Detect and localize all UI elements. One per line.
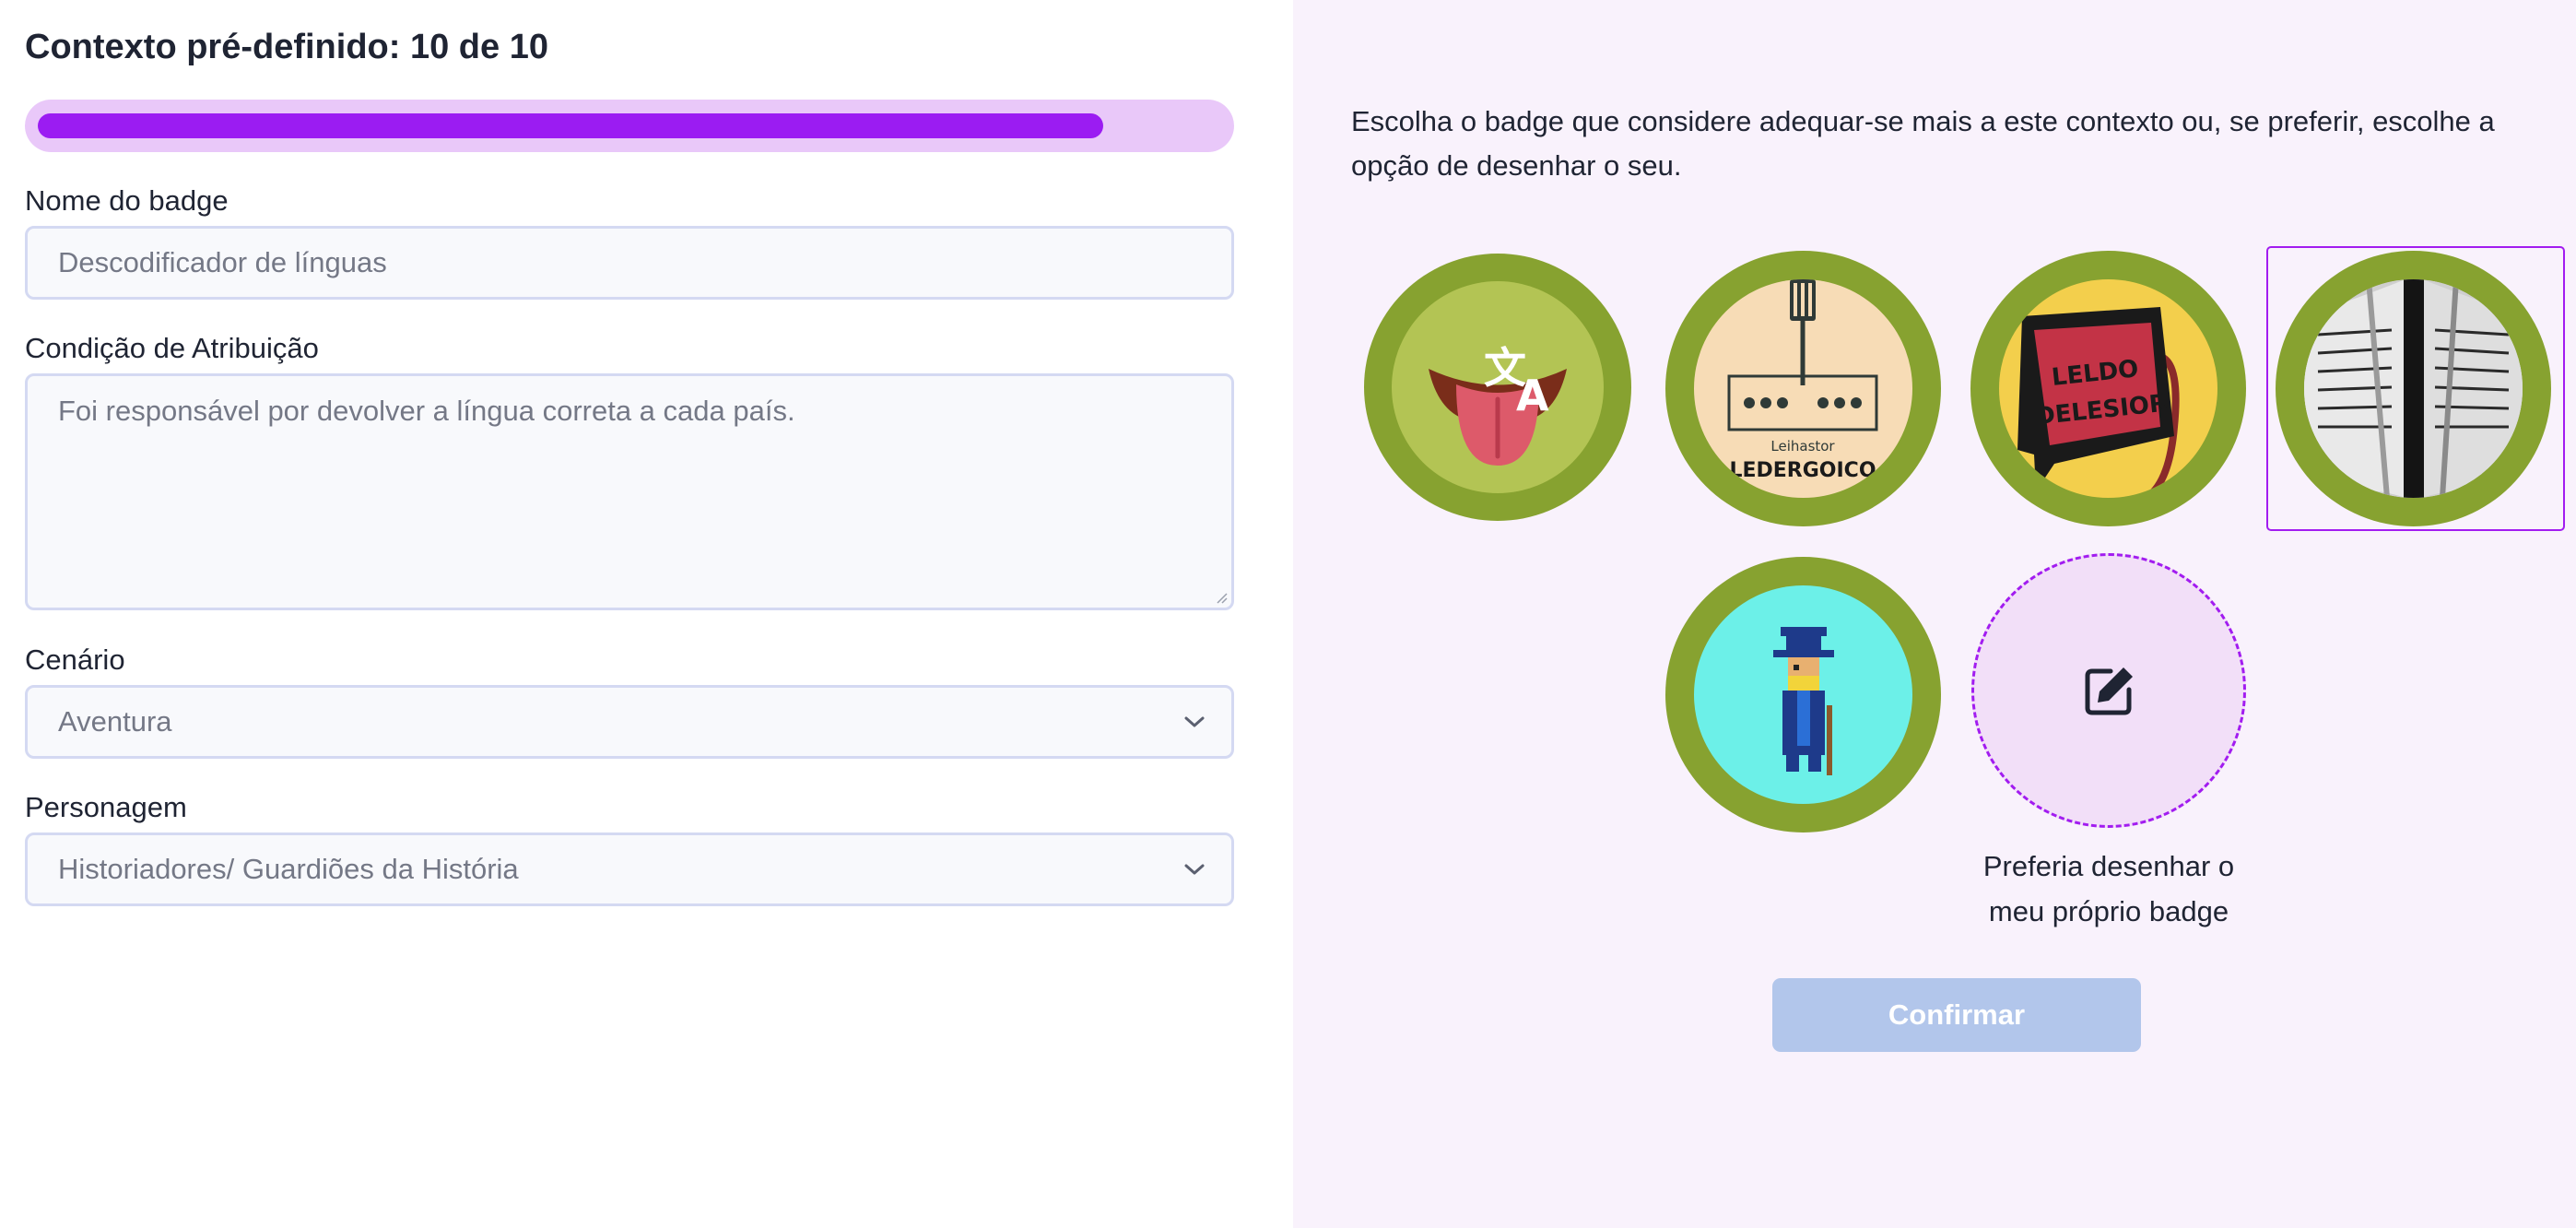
scenario-select[interactable]: Aventura xyxy=(25,685,1234,759)
draw-own-caption-line-1: Preferia desenhar o xyxy=(1982,850,2235,882)
page-title: Contexto pré-definido: 10 de 10 xyxy=(25,28,548,66)
instructions-text: Escolha o badge que considere adequar-se… xyxy=(1351,105,2495,182)
edit-icon xyxy=(2085,667,2133,715)
condition-placeholder: Foi responsável por devolver a língua co… xyxy=(58,395,795,427)
chevron-down-icon xyxy=(1184,716,1205,727)
progress-fill xyxy=(38,113,1103,138)
draw-own-caption: Preferia desenhar o meu próprio badge xyxy=(1924,844,2293,934)
badge-option-sign[interactable]: LELDO DELESIOR xyxy=(1970,251,2246,526)
character-value: Historiadores/ Guardiões da História xyxy=(58,853,519,885)
condition-textarea[interactable]: Foi responsável por devolver a língua co… xyxy=(25,373,1234,610)
scenario-label: Cenário xyxy=(25,644,125,676)
svg-text:A: A xyxy=(1516,371,1549,420)
condition-label: Condição de Atribuição xyxy=(25,332,319,364)
sign-icon: LELDO DELESIOR xyxy=(2017,307,2180,498)
reader-small-text: Leihastor xyxy=(1770,438,1835,455)
progress-bar xyxy=(25,100,1234,152)
reader-big-text: LEDERGOICO xyxy=(1729,459,1876,482)
reader-device-icon: Leihastor LEDERGOICO xyxy=(1727,279,1878,482)
resize-handle-icon[interactable] xyxy=(1215,591,1228,604)
badge-option-reader[interactable]: Leihastor LEDERGOICO xyxy=(1665,251,1941,526)
chevron-down-icon xyxy=(1184,864,1205,875)
badge-option-tongue[interactable]: 文 A xyxy=(1364,254,1631,521)
badge-option-book[interactable] xyxy=(2276,251,2551,526)
scenario-value: Aventura xyxy=(58,705,172,738)
badge-name-input[interactable]: Descodificador de línguas xyxy=(25,226,1234,300)
tongue-translate-icon: 文 A xyxy=(1429,343,1567,466)
confirm-button[interactable]: Confirmar xyxy=(1772,978,2141,1052)
badge-name-placeholder: Descodificador de línguas xyxy=(58,246,387,278)
draw-own-caption-line-2: meu próprio badge xyxy=(1988,895,2229,927)
badge-name-label: Nome do badge xyxy=(25,184,229,217)
character-select[interactable]: Historiadores/ Guardiões da História xyxy=(25,832,1234,906)
character-label: Personagem xyxy=(25,791,187,823)
badge-option-historian[interactable] xyxy=(1665,557,1941,832)
open-book-icon xyxy=(2304,279,2523,498)
pixel-historian-icon xyxy=(1773,627,1834,775)
